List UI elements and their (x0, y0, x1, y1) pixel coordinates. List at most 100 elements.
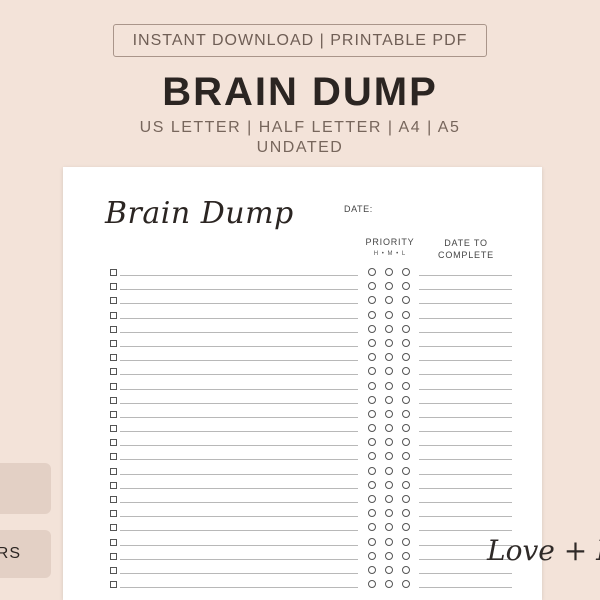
task-checkbox (110, 425, 117, 433)
priority-medium-circle (385, 509, 393, 518)
priority-high-circle (368, 509, 376, 518)
product-title: BRAIN DUMP (162, 70, 438, 114)
task-row (63, 380, 542, 394)
due-date-line (419, 402, 512, 404)
due-date-line (419, 345, 512, 347)
priority-medium-circle (385, 466, 393, 475)
task-row (63, 294, 542, 308)
priority-medium-circle (385, 381, 393, 390)
task-line (120, 516, 358, 518)
due-date-line (419, 587, 512, 589)
due-date-line (419, 360, 512, 362)
priority-low-circle (402, 409, 410, 418)
task-row (63, 351, 542, 365)
priority-medium-circle (385, 565, 393, 574)
priority-low-circle (402, 268, 410, 276)
due-date-line (419, 416, 512, 418)
task-line (120, 459, 358, 461)
due-date-line (419, 431, 512, 433)
task-row (63, 337, 542, 351)
task-row (63, 465, 542, 479)
priority-medium-circle (385, 353, 393, 362)
priority-low-circle (402, 438, 410, 447)
task-line (120, 289, 358, 291)
product-badge: INSTANT DOWNLOAD | PRINTABLE PDF (113, 24, 487, 57)
priority-medium-circle (385, 424, 393, 433)
task-line (120, 487, 358, 489)
task-checkbox (110, 566, 117, 574)
priority-high-circle (368, 409, 376, 418)
due-date-line (419, 317, 512, 319)
task-line (120, 345, 358, 347)
due-date-line (419, 487, 512, 489)
priority-low-circle (402, 495, 410, 503)
task-row (63, 578, 542, 592)
priority-medium-circle (385, 296, 393, 305)
priority-medium-circle (385, 438, 393, 447)
priority-high-circle (368, 495, 376, 503)
due-date-header: DATE TO COMPLETE (420, 237, 512, 261)
task-row (63, 564, 542, 578)
task-line (120, 374, 358, 376)
task-row (63, 365, 542, 379)
task-line (120, 317, 358, 319)
side-tab-upper[interactable] (0, 463, 51, 514)
priority-low-circle (402, 537, 410, 546)
due-date-line (419, 374, 512, 376)
sheet-title: Brain Dump (105, 196, 294, 231)
task-checkbox (110, 552, 117, 560)
task-line (120, 587, 358, 589)
priority-header: PRIORITY (365, 237, 415, 247)
priority-high-circle (368, 438, 376, 447)
priority-high-circle (368, 338, 376, 347)
priority-low-circle (402, 296, 410, 305)
due-date-line (419, 502, 512, 503)
task-line (120, 431, 358, 433)
priority-high-circle (368, 537, 376, 546)
priority-low-circle (402, 395, 410, 404)
task-row (63, 493, 542, 507)
priority-high-circle (368, 310, 376, 319)
badge-text: INSTANT DOWNLOAD | PRINTABLE PDF (132, 31, 468, 49)
priority-medium-circle (385, 551, 393, 560)
task-checkbox (110, 453, 117, 461)
task-line (120, 402, 358, 404)
priority-medium-circle (385, 310, 393, 319)
task-row (63, 436, 542, 450)
due-date-line (419, 473, 512, 475)
priority-medium-circle (385, 580, 393, 589)
priority-high-circle (368, 452, 376, 461)
task-row (63, 479, 542, 493)
priority-high-circle (368, 296, 376, 305)
task-row (63, 323, 542, 337)
task-row (63, 521, 542, 535)
task-checkbox (110, 311, 117, 319)
due-date-line (419, 388, 512, 390)
task-checkbox (110, 524, 117, 532)
due-date-line (419, 516, 512, 518)
due-date-line (419, 289, 512, 291)
due-date-header-line1: DATE TO (444, 238, 488, 248)
priority-high-circle (368, 353, 376, 362)
priority-levels: H • M • L (373, 251, 407, 257)
priority-low-circle (402, 452, 410, 461)
date-label: DATE: (344, 204, 373, 214)
priority-high-circle (368, 367, 376, 376)
task-row (63, 450, 542, 464)
priority-low-circle (402, 353, 410, 362)
priority-high-circle (368, 424, 376, 433)
priority-low-circle (402, 338, 410, 347)
task-row (63, 536, 542, 550)
task-checkbox (110, 368, 117, 376)
task-line (120, 544, 358, 546)
side-tab-lower[interactable]: RS (0, 530, 51, 578)
task-checkbox (110, 510, 117, 518)
due-date-line (419, 275, 512, 276)
priority-high-circle (368, 324, 376, 333)
undated-label: UNDATED (256, 139, 344, 156)
priority-medium-circle (385, 480, 393, 489)
task-line (120, 331, 358, 333)
task-checkbox (110, 325, 117, 333)
task-checkbox (110, 396, 117, 404)
task-line (120, 388, 358, 390)
